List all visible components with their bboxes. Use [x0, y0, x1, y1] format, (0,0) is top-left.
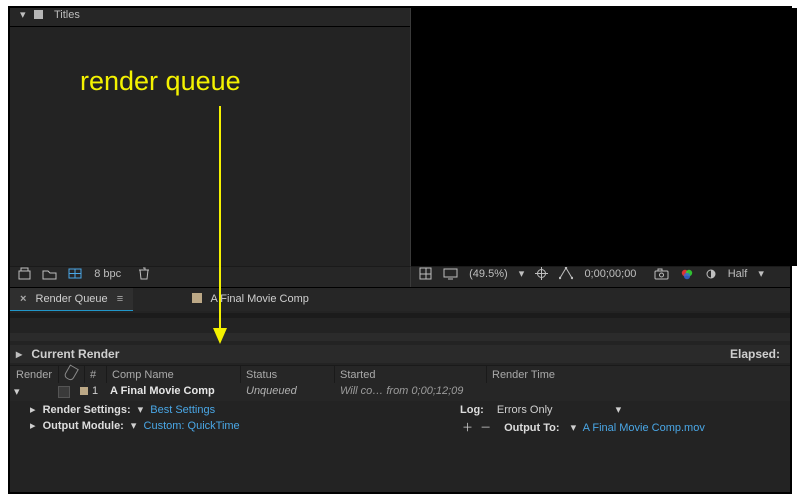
log-value[interactable]: Errors Only	[497, 404, 553, 416]
log-label: Log:	[460, 404, 484, 416]
close-icon[interactable]: ×	[20, 293, 26, 305]
add-output-icon[interactable]: ＋	[462, 422, 473, 434]
twirl-right-icon[interactable]: ▸	[30, 420, 36, 432]
chevron-down-icon[interactable]: ▾	[138, 404, 144, 416]
panel-tabs: × Render Queue ≡ A Final Movie Comp	[10, 287, 790, 312]
elapsed-label: Elapsed:	[730, 345, 780, 363]
chevron-down-icon[interactable]: ▾	[131, 420, 137, 432]
item-number: 1	[92, 385, 98, 397]
col-status[interactable]: Status	[240, 366, 335, 384]
col-comp-name[interactable]: Comp Name	[106, 366, 241, 384]
snapshot-icon[interactable]	[654, 267, 669, 279]
ae-window: ▾ Titles 8 bpc (49.5%) ▾ 0;00;00;00 Half…	[8, 6, 792, 494]
resolution-dropdown[interactable]: Half	[728, 268, 748, 280]
render-checkbox[interactable]	[58, 386, 70, 398]
comp-color-swatch	[192, 293, 202, 303]
render-settings-label: Render Settings:	[43, 404, 131, 416]
twirl-down-icon[interactable]: ▾	[14, 385, 20, 398]
tab-comp[interactable]: A Final Movie Comp	[182, 288, 319, 310]
col-number[interactable]: #	[84, 366, 107, 384]
current-time[interactable]: 0;00;00;00	[584, 268, 636, 280]
bin-icon[interactable]	[18, 267, 31, 280]
progress-bar-bg	[10, 313, 790, 318]
viewer-footer: (49.5%) ▾ 0;00;00;00 Half ▾	[410, 266, 790, 288]
twirl-right-icon[interactable]: ▸	[30, 404, 36, 416]
bit-depth-button[interactable]: 8 bpc	[94, 268, 121, 280]
item-started: Will co… from 0;00;12;09	[340, 385, 463, 397]
queue-item-row[interactable]: ▾ 1 A Final Movie Comp Unqueued Will co……	[10, 383, 790, 401]
grid-icon[interactable]	[419, 267, 432, 280]
target-icon[interactable]	[535, 267, 548, 280]
tab-label: Render Queue	[36, 293, 108, 305]
chevron-down-icon[interactable]: ▾	[616, 404, 622, 416]
annotation-arrow	[205, 106, 235, 346]
twirl-icon[interactable]: ▾	[20, 8, 26, 21]
new-comp-icon[interactable]	[68, 267, 83, 280]
output-module-link[interactable]: Custom: QuickTime	[144, 420, 240, 432]
remove-output-icon[interactable]: －	[480, 422, 491, 434]
render-queue-panel: ▸ Current Render Elapsed: Render # Comp …	[10, 311, 790, 492]
render-settings-row: ▸ Render Settings: ▾ Best Settings Log: …	[30, 403, 790, 419]
annotation-label: render queue	[80, 68, 241, 95]
folder-icon[interactable]	[42, 267, 57, 280]
divider	[10, 333, 790, 341]
panel-menu-icon[interactable]: ≡	[117, 293, 123, 305]
exposure-icon[interactable]	[705, 267, 717, 279]
chevron-down-icon[interactable]: ▾	[571, 422, 577, 434]
project-panel: ▾	[10, 8, 58, 26]
twirl-right-icon[interactable]: ▸	[16, 347, 22, 361]
item-comp-name: A Final Movie Comp	[110, 385, 215, 397]
project-item-titles[interactable]: Titles	[54, 9, 80, 21]
monitor-icon[interactable]	[443, 267, 458, 280]
channels-icon[interactable]	[680, 267, 694, 279]
render-settings-link[interactable]: Best Settings	[150, 404, 215, 416]
current-render-row[interactable]: ▸ Current Render Elapsed:	[10, 345, 790, 363]
chevron-down-icon[interactable]: ▾	[758, 267, 764, 280]
output-module-label: Output Module:	[43, 420, 124, 432]
current-render-label: Current Render	[31, 347, 119, 361]
col-render[interactable]: Render	[10, 366, 59, 384]
zoom-level[interactable]: (49.5%)	[469, 268, 508, 280]
output-to-link[interactable]: A Final Movie Comp.mov	[583, 422, 705, 434]
trash-icon[interactable]	[138, 267, 150, 280]
mask-icon[interactable]	[559, 267, 573, 280]
column-headers: Render # Comp Name Status Started Render…	[10, 365, 790, 385]
col-label[interactable]	[58, 366, 85, 384]
chevron-down-icon[interactable]: ▾	[519, 267, 525, 280]
output-module-row: ▸ Output Module: ▾ Custom: QuickTime ＋ －…	[30, 419, 790, 435]
comp-viewer[interactable]	[410, 8, 797, 266]
output-to-label: Output To:	[504, 422, 559, 434]
col-started[interactable]: Started	[334, 366, 487, 384]
folder-icon	[34, 10, 43, 19]
tab-render-queue[interactable]: × Render Queue ≡	[10, 288, 133, 312]
label-swatch[interactable]	[80, 387, 88, 395]
label-icon	[63, 364, 79, 381]
item-status: Unqueued	[246, 385, 297, 397]
col-render-time[interactable]: Render Time	[486, 366, 622, 384]
